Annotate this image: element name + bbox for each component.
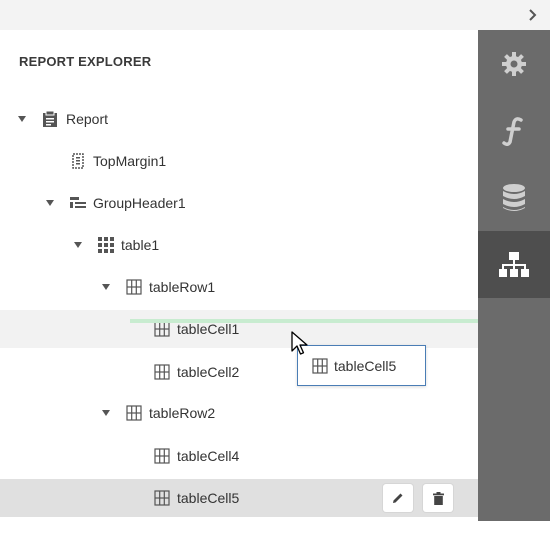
tree-node-label: tableCell1	[177, 321, 240, 337]
tree-node-tablecell4[interactable]: tableCell4	[0, 437, 478, 475]
tree-node-groupheader1[interactable]: GroupHeader1	[0, 184, 478, 222]
tab-field-list[interactable]	[478, 164, 550, 231]
table-icon	[97, 236, 115, 254]
table-cell-icon	[153, 489, 171, 507]
table-cell-icon	[153, 447, 171, 465]
tab-properties[interactable]	[478, 30, 550, 97]
expand-toggle[interactable]	[45, 198, 55, 208]
expand-toggle[interactable]	[101, 408, 111, 418]
top-bar	[0, 0, 550, 30]
tree-node-label: GroupHeader1	[93, 195, 186, 211]
report-explorer-panel: REPORT EXPLORER Report TopMargin1 GroupH…	[0, 30, 478, 530]
delete-button[interactable]	[423, 484, 453, 512]
table-cell-icon	[153, 363, 171, 381]
hierarchy-icon	[499, 251, 529, 277]
tree-node-topmargin1[interactable]: TopMargin1	[0, 142, 478, 180]
tab-expressions[interactable]	[478, 97, 550, 164]
tree-node-tablerow1[interactable]: tableRow1	[0, 268, 478, 306]
drag-preview: tableCell5	[297, 345, 426, 386]
tree-node-report[interactable]: Report	[0, 100, 478, 138]
drop-indicator	[130, 319, 478, 323]
group-header-icon	[69, 194, 87, 212]
database-icon	[503, 183, 525, 211]
tree-node-table1[interactable]: table1	[0, 226, 478, 264]
tab-report-explorer[interactable]	[478, 231, 550, 298]
tree-node-label: tableCell2	[177, 364, 240, 380]
report-icon	[41, 110, 59, 128]
expand-toggle[interactable]	[17, 114, 27, 124]
caret-down-icon	[102, 284, 110, 290]
gear-icon	[502, 51, 526, 76]
table-cell-icon	[311, 357, 329, 375]
collapse-panel-button[interactable]	[524, 6, 542, 24]
table-row-icon	[125, 278, 143, 296]
pencil-icon	[393, 493, 403, 503]
function-icon	[502, 116, 523, 146]
tree-node-label: tableCell5	[177, 490, 240, 506]
drag-preview-label: tableCell5	[334, 358, 397, 374]
caret-down-icon	[74, 242, 82, 248]
panel-bottom-edge	[0, 521, 550, 540]
caret-down-icon	[18, 116, 26, 122]
tree-node-tablecell1[interactable]: tableCell1	[0, 310, 478, 348]
table-row-icon	[125, 404, 143, 422]
mouse-cursor-icon	[291, 331, 308, 355]
panel-title: REPORT EXPLORER	[19, 54, 152, 69]
tree-node-tablecell5[interactable]: tableCell5	[0, 479, 478, 517]
expand-toggle[interactable]	[73, 240, 83, 250]
chevron-right-icon	[529, 9, 537, 21]
caret-down-icon	[46, 200, 54, 206]
side-tab-bar	[478, 30, 550, 530]
expand-toggle[interactable]	[101, 282, 111, 292]
tree-node-label: Report	[66, 111, 109, 127]
tree-node-label: table1	[121, 237, 160, 253]
trash-icon	[432, 491, 444, 505]
caret-down-icon	[102, 410, 110, 416]
edit-button[interactable]	[383, 484, 413, 512]
tree-node-tablerow2[interactable]: tableRow2	[0, 394, 478, 432]
tree-node-label: TopMargin1	[93, 153, 167, 169]
tree-node-label: tableCell4	[177, 448, 240, 464]
tree-node-label: tableRow2	[149, 405, 216, 421]
tree-node-label: tableRow1	[149, 279, 216, 295]
margin-band-icon	[69, 152, 87, 170]
